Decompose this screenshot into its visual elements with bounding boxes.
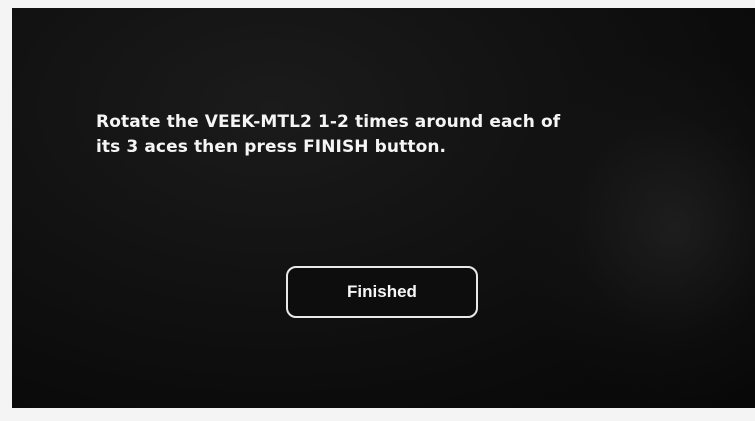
screen-glare (515, 48, 755, 408)
instruction-line-2: its 3 aces then press FINISH button. (96, 137, 447, 157)
finished-button[interactable]: Finished (286, 266, 478, 318)
finished-button-label: Finished (347, 282, 417, 301)
calibration-instruction: Rotate the VEEK-MTL2 1-2 times around ea… (96, 110, 656, 160)
lcd-screen: Rotate the VEEK-MTL2 1-2 times around ea… (12, 8, 755, 408)
instruction-line-1: Rotate the VEEK-MTL2 1-2 times around ea… (96, 112, 561, 132)
device-bezel: Rotate the VEEK-MTL2 1-2 times around ea… (0, 0, 755, 421)
